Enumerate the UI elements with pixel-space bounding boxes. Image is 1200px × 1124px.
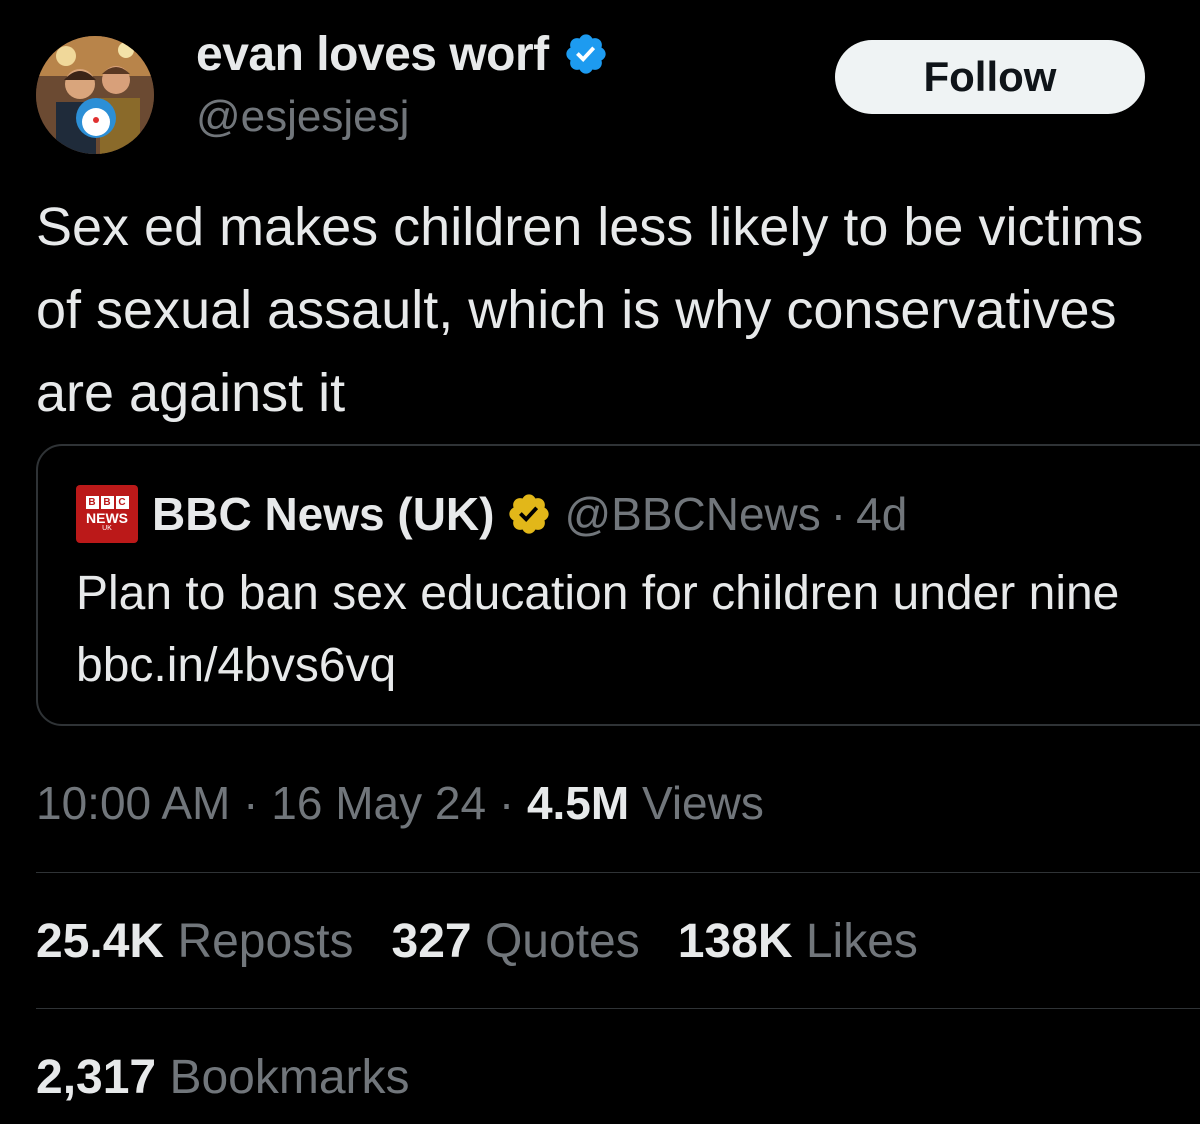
author-name-row: evan loves worf	[196, 27, 609, 82]
logo-letter: B	[85, 495, 99, 509]
views-label: Views	[641, 777, 764, 829]
author-display-name[interactable]: evan loves worf	[196, 27, 549, 82]
logo-letter: C	[115, 495, 129, 509]
meta-separator: ·	[830, 488, 847, 540]
quoted-tweet-text: Plan to ban sex education for children u…	[76, 567, 1120, 692]
avatar-photo	[36, 36, 154, 154]
reposts-label: Reposts	[177, 915, 354, 968]
bbc-news-logo[interactable]: B B C NEWS UK	[76, 485, 138, 543]
avatar[interactable]	[36, 36, 154, 154]
tweet-text: Sex ed makes children less likely to be …	[36, 197, 1144, 423]
divider	[36, 1008, 1200, 1009]
views-count: 4.5M	[526, 777, 630, 829]
tweet-date[interactable]: 16 May 24	[271, 777, 486, 829]
likes-label: Likes	[805, 915, 918, 968]
reposts-stat[interactable]: 25.4K Reposts	[36, 914, 354, 969]
quoted-author-handle: @BBCNews	[564, 488, 821, 540]
quoted-tweet-age: 4d	[856, 488, 908, 540]
tweet-meta: 10:00 AM · 16 May 24 · 4.5M Views	[36, 776, 764, 830]
logo-letter: B	[100, 495, 114, 509]
bookmarks-count: 2,317	[36, 1051, 157, 1104]
author-handle[interactable]: @esjesjesj	[196, 92, 409, 142]
engagement-stats: 25.4K Reposts 327 Quotes 138K Likes	[36, 914, 918, 969]
logo-subtext: UK	[102, 524, 112, 532]
divider	[36, 872, 1200, 873]
tweet-time[interactable]: 10:00 AM	[36, 777, 230, 829]
logo-text: NEWS	[86, 509, 128, 526]
quoted-author-name: BBC News (UK)	[152, 488, 495, 540]
quotes-count: 327	[391, 915, 472, 968]
quoted-tweet-card[interactable]: B B C NEWS UK BBC News (UK) @BBCNews · 4…	[36, 444, 1200, 726]
quotes-stat[interactable]: 327 Quotes	[392, 914, 640, 969]
tweet-detail: evan loves worf @esjesjesj Follow Sex ed…	[0, 0, 1200, 1124]
likes-count: 138K	[677, 915, 793, 968]
bookmarks-label: Bookmarks	[169, 1051, 410, 1104]
follow-button[interactable]: Follow	[835, 40, 1145, 114]
meta-separator: ·	[243, 777, 259, 829]
verified-badge-icon	[563, 31, 609, 77]
likes-stat[interactable]: 138K Likes	[678, 914, 918, 969]
quoted-tweet-header: B B C NEWS UK BBC News (UK) @BBCNews · 4…	[76, 485, 908, 543]
quotes-label: Quotes	[484, 915, 640, 968]
bookmarks-stat[interactable]: 2,317 Bookmarks	[36, 1050, 410, 1105]
verified-org-badge-icon	[506, 491, 552, 537]
reposts-count: 25.4K	[36, 915, 165, 968]
meta-separator: ·	[498, 777, 515, 829]
